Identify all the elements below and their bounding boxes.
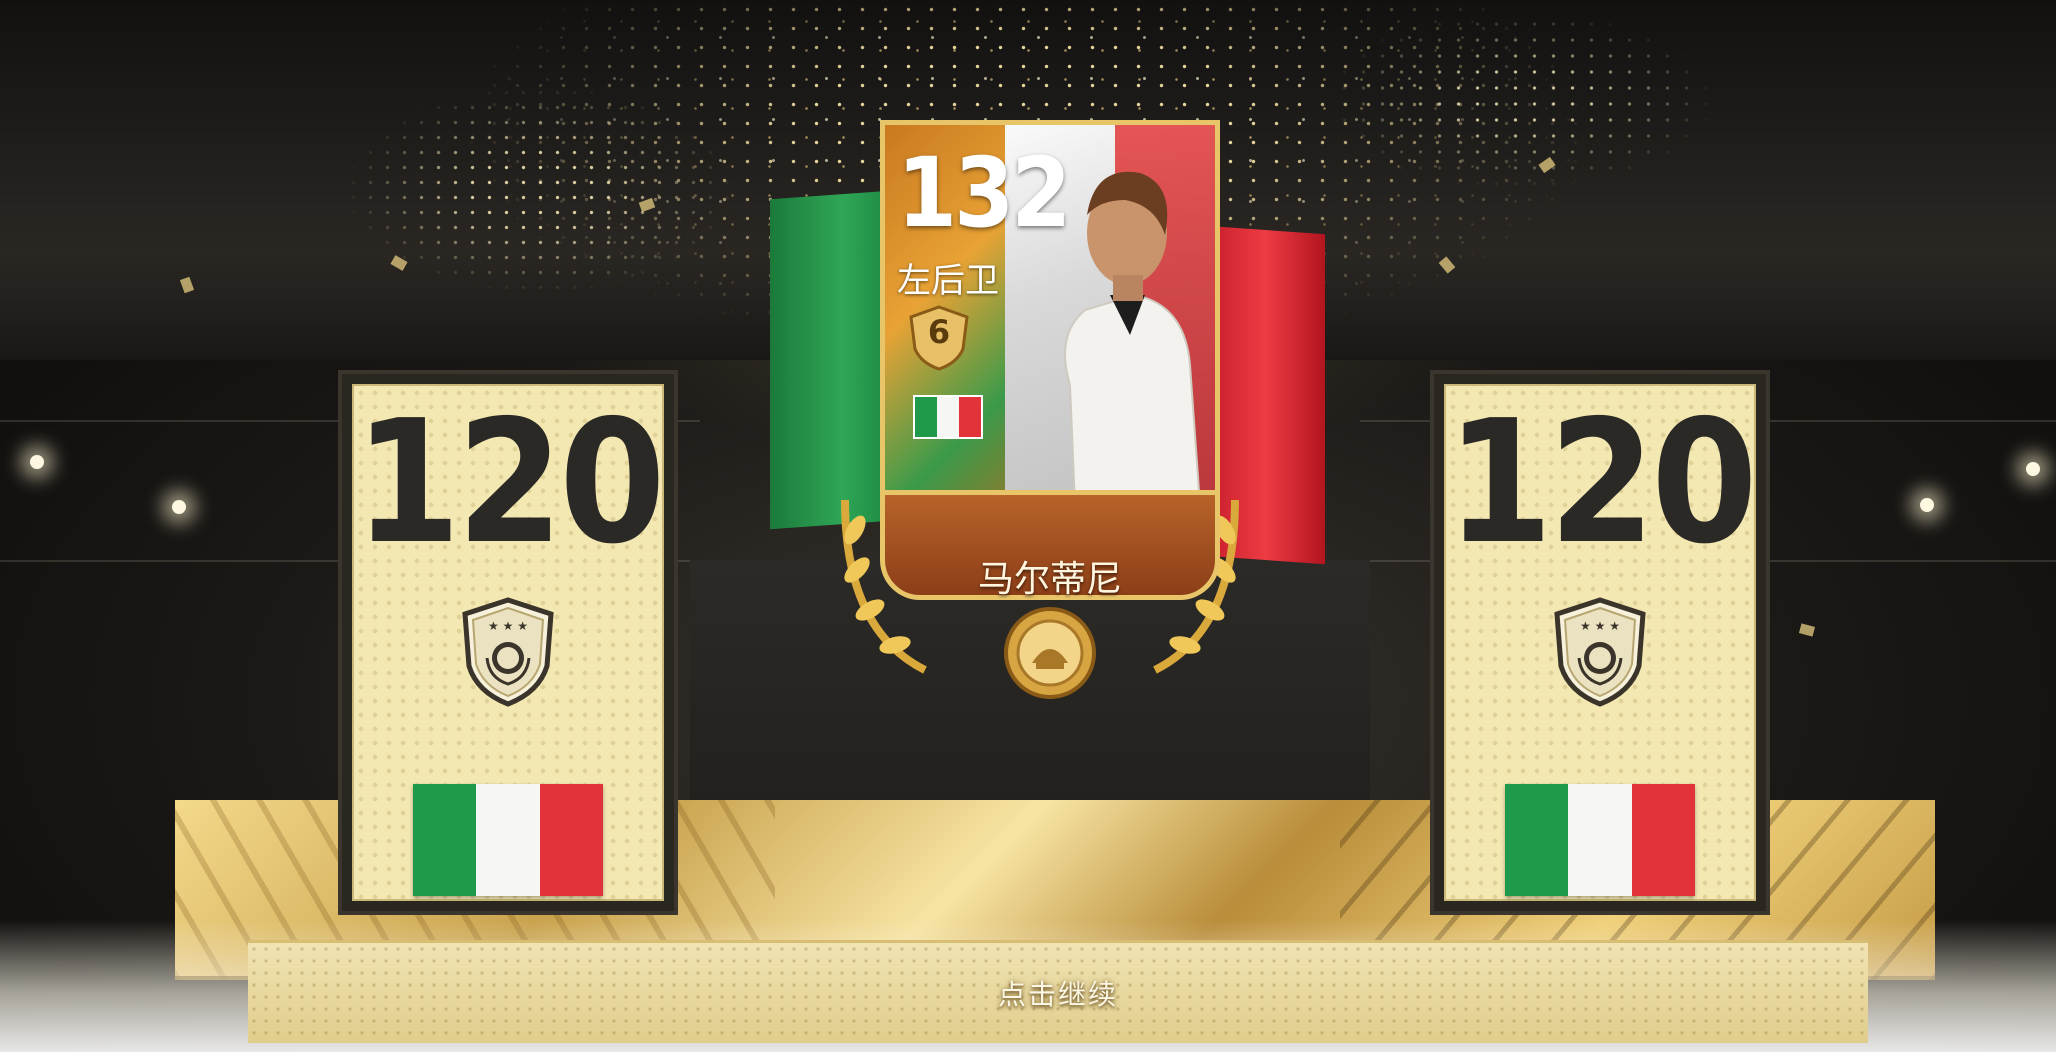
stadium-light <box>30 455 44 469</box>
featured-player-card[interactable]: 132 左后卫 6 马尔蒂尼 <box>790 80 1290 699</box>
side-card-face: 120 ★ ★ ★ <box>352 384 666 901</box>
italy-flag <box>1505 784 1695 896</box>
stadium-light <box>2026 462 2040 476</box>
rank-level: 6 <box>927 313 951 351</box>
svg-text:★ ★ ★: ★ ★ ★ <box>488 619 528 633</box>
side-card-left[interactable]: 120 ★ ★ ★ <box>338 370 678 915</box>
side-card-rating: 120 <box>354 384 665 582</box>
card-body: 132 左后卫 6 <box>880 120 1220 510</box>
card-rating: 132 <box>897 137 1071 249</box>
confetti <box>1798 623 1816 637</box>
fireworks-burst-right <box>1240 0 1800 260</box>
side-card-rating: 120 <box>1446 384 1757 582</box>
icon-medal <box>1004 607 1096 699</box>
card-nation-flag <box>913 395 983 439</box>
pack-opening-scene[interactable]: 120 ★ ★ ★ 120 ★ ★ ★ 132 左后卫 6 马尔蒂尼 点击继续 <box>0 0 2056 1052</box>
side-card-face: 120 ★ ★ ★ <box>1444 384 1758 901</box>
continue-label: 点击继续 <box>997 978 1118 1011</box>
player-name: 马尔蒂尼 <box>977 559 1122 600</box>
shield-badge-icon: ★ ★ ★ <box>462 597 554 707</box>
stadium-light <box>172 500 186 514</box>
card-position: 左后卫 <box>897 261 999 301</box>
fireworks-burst-left <box>260 40 820 340</box>
tap-to-continue-button[interactable]: 点击继续 <box>248 940 1868 1043</box>
svg-text:★ ★ ★: ★ ★ ★ <box>1580 619 1620 633</box>
side-card-right[interactable]: 120 ★ ★ ★ <box>1430 370 1770 915</box>
stadium-light <box>1920 498 1934 512</box>
italy-flag <box>413 784 603 896</box>
shield-badge-icon: ★ ★ ★ <box>1554 597 1646 707</box>
